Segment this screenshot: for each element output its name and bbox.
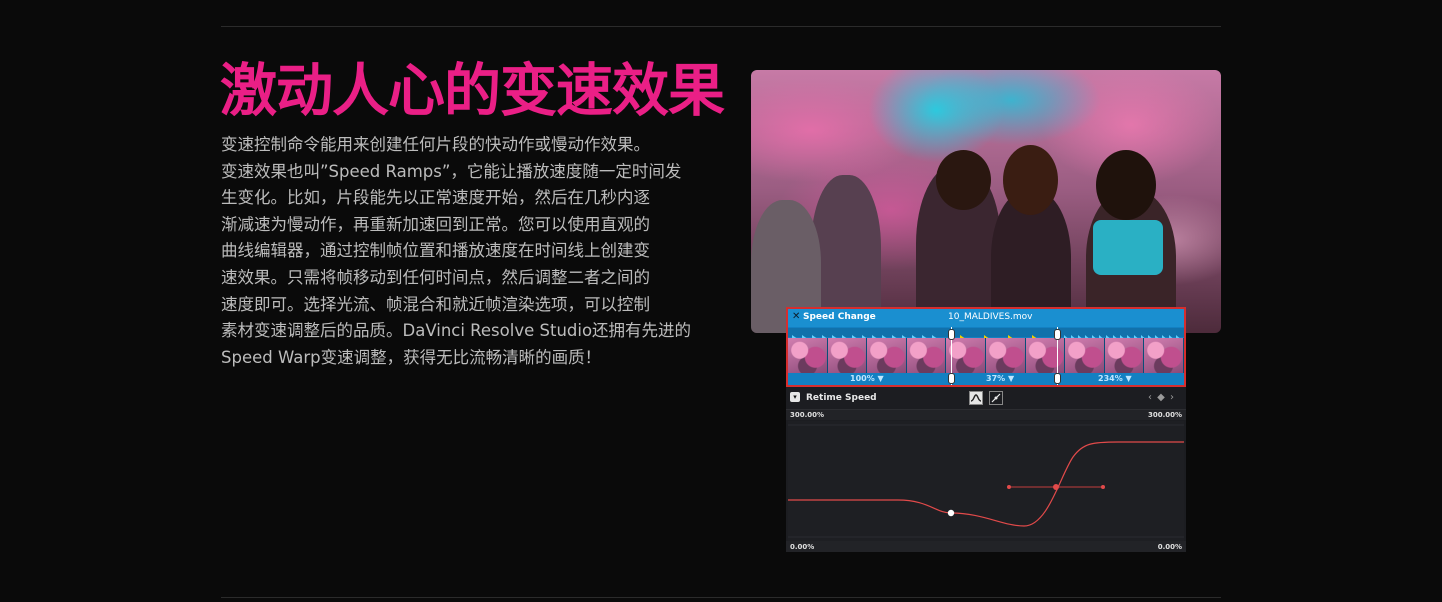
graph-top-scale: 300.00% 300.00%: [786, 409, 1186, 420]
graph-bottom-scale: 0.00% 0.00%: [786, 541, 1186, 552]
description-line: 生变化。比如，片段能先以正常速度开始，然后在几秒内逐: [221, 188, 650, 208]
pen-icon[interactable]: [989, 391, 1003, 405]
chevron-down-icon: ▼: [1125, 374, 1132, 383]
clip-name: 10_MALDIVES.mov: [948, 312, 1033, 322]
clip-thumbnail: [1065, 338, 1105, 373]
clip-thumbnail: [1144, 338, 1184, 373]
bezier-handle: [1101, 485, 1105, 489]
description-line: 速度即可。选择光流、帧混合和就近帧渲染选项，可以控制: [221, 294, 650, 314]
chevron-down-icon: ▼: [1007, 374, 1015, 383]
description-line: 速效果。只需将帧移动到任何时间点，然后调整二者之间的: [221, 267, 650, 287]
speed-row: 100% ▼ 37% ▼ 234% ▼: [788, 373, 1184, 385]
retime-curve-graph[interactable]: [788, 421, 1184, 541]
strip-title: Speed Change: [803, 312, 876, 322]
description-line: 素材变速调整后的品质。DaVinci Resolve Studio还拥有先进的: [221, 321, 692, 341]
top-divider: [221, 26, 1221, 27]
clip-thumbnail: [827, 338, 868, 373]
speed-ramp-panel: ✕ Speed Change 10_MALDIVES.mov 100% ▼ 37…: [786, 307, 1186, 552]
scale-top-left: 300.00%: [790, 411, 825, 419]
speed-change-strip: ✕ Speed Change 10_MALDIVES.mov 100% ▼ 37…: [786, 307, 1186, 387]
keyframe-nav[interactable]: ‹ ◆ ›: [1148, 392, 1175, 403]
speed-point-handle[interactable]: [948, 373, 955, 384]
chevron-down-icon: ▼: [877, 374, 884, 383]
clip-thumbnail: [1104, 338, 1145, 373]
clip-thumbnails: [788, 338, 1184, 373]
page-title: 激动人心的变速效果: [220, 58, 725, 124]
speed-segment-3[interactable]: 234% ▼: [1098, 374, 1132, 383]
clip-thumbnail: [867, 338, 907, 373]
speed-segment-1[interactable]: 100% ▼: [850, 374, 884, 383]
speed-point-handle[interactable]: [1054, 329, 1061, 340]
frame-marker-row: [788, 328, 1184, 342]
description-line: 曲线编辑器，通过控制帧位置和播放速度在时间线上创建变: [221, 241, 650, 261]
speed-point-handle[interactable]: [948, 329, 955, 340]
speed-segment-2[interactable]: 37% ▼: [986, 374, 1014, 383]
teal-top: [1093, 220, 1163, 275]
bezier-handle: [1007, 485, 1011, 489]
person-hair: [936, 150, 991, 210]
hero-photo: [751, 70, 1221, 333]
curve-icon[interactable]: [969, 391, 983, 405]
curve-keyframe-selected: [947, 509, 955, 517]
clip-thumbnail: [985, 338, 1026, 373]
description-line: 变速效果也叫”Speed Ramps”，它能让播放速度随一定时间发: [221, 161, 682, 181]
curve-title: Retime Speed: [806, 393, 877, 403]
description-line: 变速控制命令能用来创建任何片段的快动作或慢动作效果。: [221, 135, 650, 154]
clip-thumbnail: [906, 338, 947, 373]
curve-keyframe: [1053, 484, 1059, 490]
dropdown-icon[interactable]: ▾: [790, 392, 800, 402]
curve-toolbar: ▾ Retime Speed ‹ ◆ ›: [786, 389, 1186, 409]
retime-curve: [788, 424, 1184, 538]
person-hair: [1096, 150, 1156, 220]
scale-bottom-left: 0.00%: [790, 543, 815, 551]
bottom-divider: [221, 597, 1221, 598]
strip-header: ✕ Speed Change 10_MALDIVES.mov: [788, 309, 1184, 327]
close-icon[interactable]: ✕: [792, 311, 800, 322]
description: 变速控制命令能用来创建任何片段的快动作或慢动作效果。 变速效果也叫”Speed …: [221, 132, 693, 371]
scale-bottom-right: 0.00%: [1157, 543, 1182, 551]
clip-thumbnail: [946, 338, 986, 373]
clip-thumbnail: [1025, 338, 1066, 373]
scale-top-right: 300.00%: [1147, 411, 1182, 419]
person-hair: [1003, 145, 1058, 215]
speed-point-handle[interactable]: [1054, 373, 1061, 384]
description-line: Speed Warp变速调整，获得无比流畅清晰的画质！: [221, 347, 602, 367]
description-line: 渐减速为慢动作，再重新加速回到正常。您可以使用直观的: [221, 214, 650, 234]
clip-thumbnail: [788, 338, 828, 373]
